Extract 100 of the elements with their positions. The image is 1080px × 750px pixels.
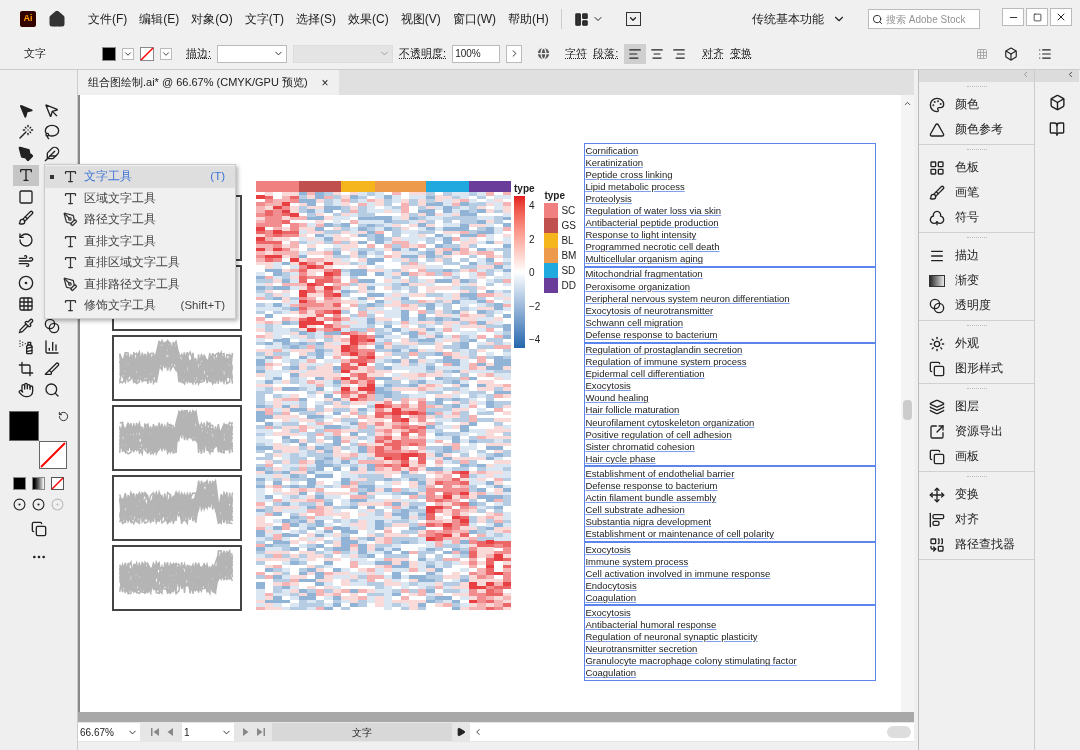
menu-item[interactable]: 文件(F) xyxy=(88,10,128,28)
term-label: Coagulation xyxy=(585,591,638,604)
text-frame[interactable]: Establishment of endothelial barrier Defense response to bacterium Actin filament bundle assembly Cell substrate adhesion Substantia nigra development Establishment or maintenance of cell polarity xyxy=(584,466,877,542)
menu-item[interactable]: 对象(O) xyxy=(191,10,233,28)
flyout-item[interactable]: 文字工具 (T) xyxy=(45,166,235,188)
panel-item[interactable]: 颜色 xyxy=(919,92,1034,117)
legend-label: SD xyxy=(561,264,576,278)
term-label: Schwann cell migration xyxy=(585,316,685,329)
zoom-dropdown[interactable]: 66.67% xyxy=(78,723,140,741)
colorbar-tick: −4 xyxy=(529,335,541,345)
app-logo: Ai xyxy=(20,11,36,27)
term-label: Hair cycle phase xyxy=(585,452,657,465)
panel-item[interactable]: 图层 xyxy=(919,394,1034,419)
selection-label: 文字 xyxy=(24,46,47,62)
panel-item[interactable]: 画笔 xyxy=(919,180,1034,205)
legend-label: SC xyxy=(561,204,576,218)
panel-item[interactable]: 资源导出 xyxy=(919,419,1034,444)
panel-item[interactable]: 颜色参考 xyxy=(919,117,1034,142)
page-dropdown[interactable]: 1 xyxy=(182,723,234,741)
colorbar-title: type xyxy=(514,182,536,196)
term-label: Exocytosis xyxy=(585,543,632,556)
term-label: Cell substrate adhesion xyxy=(585,504,686,517)
panel-item[interactable]: 对齐 xyxy=(919,507,1034,532)
colorbar-tick: −2 xyxy=(529,301,541,312)
term-label: Actin filament bundle assembly xyxy=(585,492,718,505)
term-label: Epidermal cell differentiation xyxy=(585,368,706,381)
stroke-label[interactable]: 描边: xyxy=(186,45,212,62)
term-label: Immune system process xyxy=(585,555,690,568)
flyout-item[interactable]: 路径文字工具 xyxy=(45,209,235,231)
term-label: Establishment or maintenance of cell polarity xyxy=(585,528,775,541)
text-frame[interactable]: Exocytosis Antibacterial humoral response Regulation of neuronal synaptic plasticity Neurotransmitter secretion Granulocyte macrophage colony stimulating factor Coagulation xyxy=(584,605,877,682)
document-tab[interactable]: 组合图绘制.ai* @ 66.67% (CMYK/GPU 预览) × xyxy=(78,70,339,95)
panel-item[interactable]: 渐变 xyxy=(919,268,1034,293)
menu-item[interactable]: 视图(V) xyxy=(400,10,441,28)
term-label: Mitochondrial fragmentation xyxy=(585,268,704,281)
colorbar-tick: 0 xyxy=(529,268,536,278)
workspace-dropdown[interactable]: 传统基本功能 xyxy=(752,10,846,28)
text-frame[interactable]: Exocytosis Immune system process Cell activation involved in immune response Endocytosis Coagulation xyxy=(584,542,877,606)
term-label: Neurotransmitter secretion xyxy=(585,643,699,656)
term-label: Regulation of prostaglandin secretion xyxy=(585,344,744,357)
term-label: Wound healing xyxy=(585,392,650,405)
flyout-item[interactable]: 区域文字工具 xyxy=(45,187,235,209)
term-label: Regulation of water loss via skin xyxy=(585,204,723,218)
legend-title: type xyxy=(544,189,566,203)
flyout-item[interactable]: 直排文字工具 xyxy=(45,230,235,252)
document-title: 组合图绘制.ai* @ 66.67% (CMYK/GPU 预览) xyxy=(88,75,308,91)
term-label: Peroxisome organization xyxy=(585,280,691,293)
panel-item[interactable]: 描边 xyxy=(919,243,1034,268)
menu-item[interactable]: 窗口(W) xyxy=(452,10,496,28)
text-frame[interactable]: Mitochondrial fragmentation Peroxisome organization Peripheral nervous system neuron differentiation Exocytosis of neurotransmitter Schwann cell migration Defense response to bacterium xyxy=(584,266,877,343)
flyout-item[interactable]: 直排路径文字工具 xyxy=(45,273,235,295)
panel-item[interactable]: 外观 xyxy=(919,331,1034,356)
panel-item[interactable]: 色板 xyxy=(919,155,1034,180)
menu-item[interactable]: 编辑(E) xyxy=(139,10,180,28)
panel-item[interactable]: 图形样式 xyxy=(919,356,1034,381)
term-label: Programmed necrotic cell death xyxy=(585,241,721,254)
align-link[interactable]: 对齐 xyxy=(702,45,725,62)
colorbar-tick: 2 xyxy=(529,234,536,245)
flyout-item[interactable]: 直排区域文字工具 xyxy=(45,252,235,274)
colorbar-tick: 4 xyxy=(529,201,536,211)
search-field[interactable]: 搜索 Adobe Stock xyxy=(868,9,980,29)
term-label: Response to light intensity xyxy=(585,229,698,242)
transform-link[interactable]: 变换 xyxy=(730,45,753,62)
term-label: Coagulation xyxy=(585,667,638,680)
term-label: Cornification xyxy=(585,144,640,157)
term-label: Granulocyte macrophage colony stimulating factor xyxy=(585,655,798,668)
term-label: Antibacterial peptide production xyxy=(585,217,720,230)
term-label: Lipid metabolic process xyxy=(585,180,686,193)
status-label[interactable]: 文字 xyxy=(272,723,452,741)
panel-item[interactable]: 透明度 xyxy=(919,293,1034,318)
term-label: Cell activation involved in immune response xyxy=(585,567,772,580)
character-link[interactable]: 字符 xyxy=(565,45,588,62)
term-label: Proteolysis xyxy=(585,192,633,205)
term-label: Neurofilament cytoskeleton organization xyxy=(585,416,756,429)
term-label: Regulation of immune system process xyxy=(585,356,748,369)
menu-item[interactable]: 文字(T) xyxy=(244,10,284,28)
tab-close-button[interactable]: × xyxy=(321,73,329,92)
term-label: Regulation of neuronal synaptic plasticity xyxy=(585,631,759,644)
menu-item[interactable]: 选择(S) xyxy=(296,10,336,28)
term-label: Sister chromatid cohesion xyxy=(585,440,696,453)
panel-item[interactable]: 符号 xyxy=(919,205,1034,230)
term-label: Peripheral nervous system neuron differentiation xyxy=(585,292,791,305)
opacity-label[interactable]: 不透明度: xyxy=(399,45,447,62)
menu-item[interactable]: 帮助(H) xyxy=(508,10,549,28)
legend-label: BM xyxy=(561,249,577,263)
menu-item[interactable]: 效果(C) xyxy=(348,10,389,28)
paragraph-label[interactable]: 段落: xyxy=(593,45,619,62)
panel-item[interactable]: 变换 xyxy=(919,482,1034,507)
term-label: Peptide cross linking xyxy=(585,168,674,181)
term-label: Establishment of endothelial barrier xyxy=(585,467,736,481)
legend-label: DD xyxy=(561,279,576,293)
term-label: Substantia nigra development xyxy=(585,516,713,529)
term-label: Exocytosis xyxy=(585,606,632,620)
opacity-field[interactable]: 100% xyxy=(452,44,501,63)
flyout-item[interactable]: 修饰文字工具 (Shift+T) xyxy=(45,295,235,317)
panel-item[interactable]: 画板 xyxy=(919,444,1034,469)
term-label: Endocytosis xyxy=(585,579,638,592)
panel-item[interactable]: 路径查找器 xyxy=(919,532,1034,557)
term-label: Keratinization xyxy=(585,156,644,169)
term-label: Multicellular organism aging xyxy=(585,253,705,266)
